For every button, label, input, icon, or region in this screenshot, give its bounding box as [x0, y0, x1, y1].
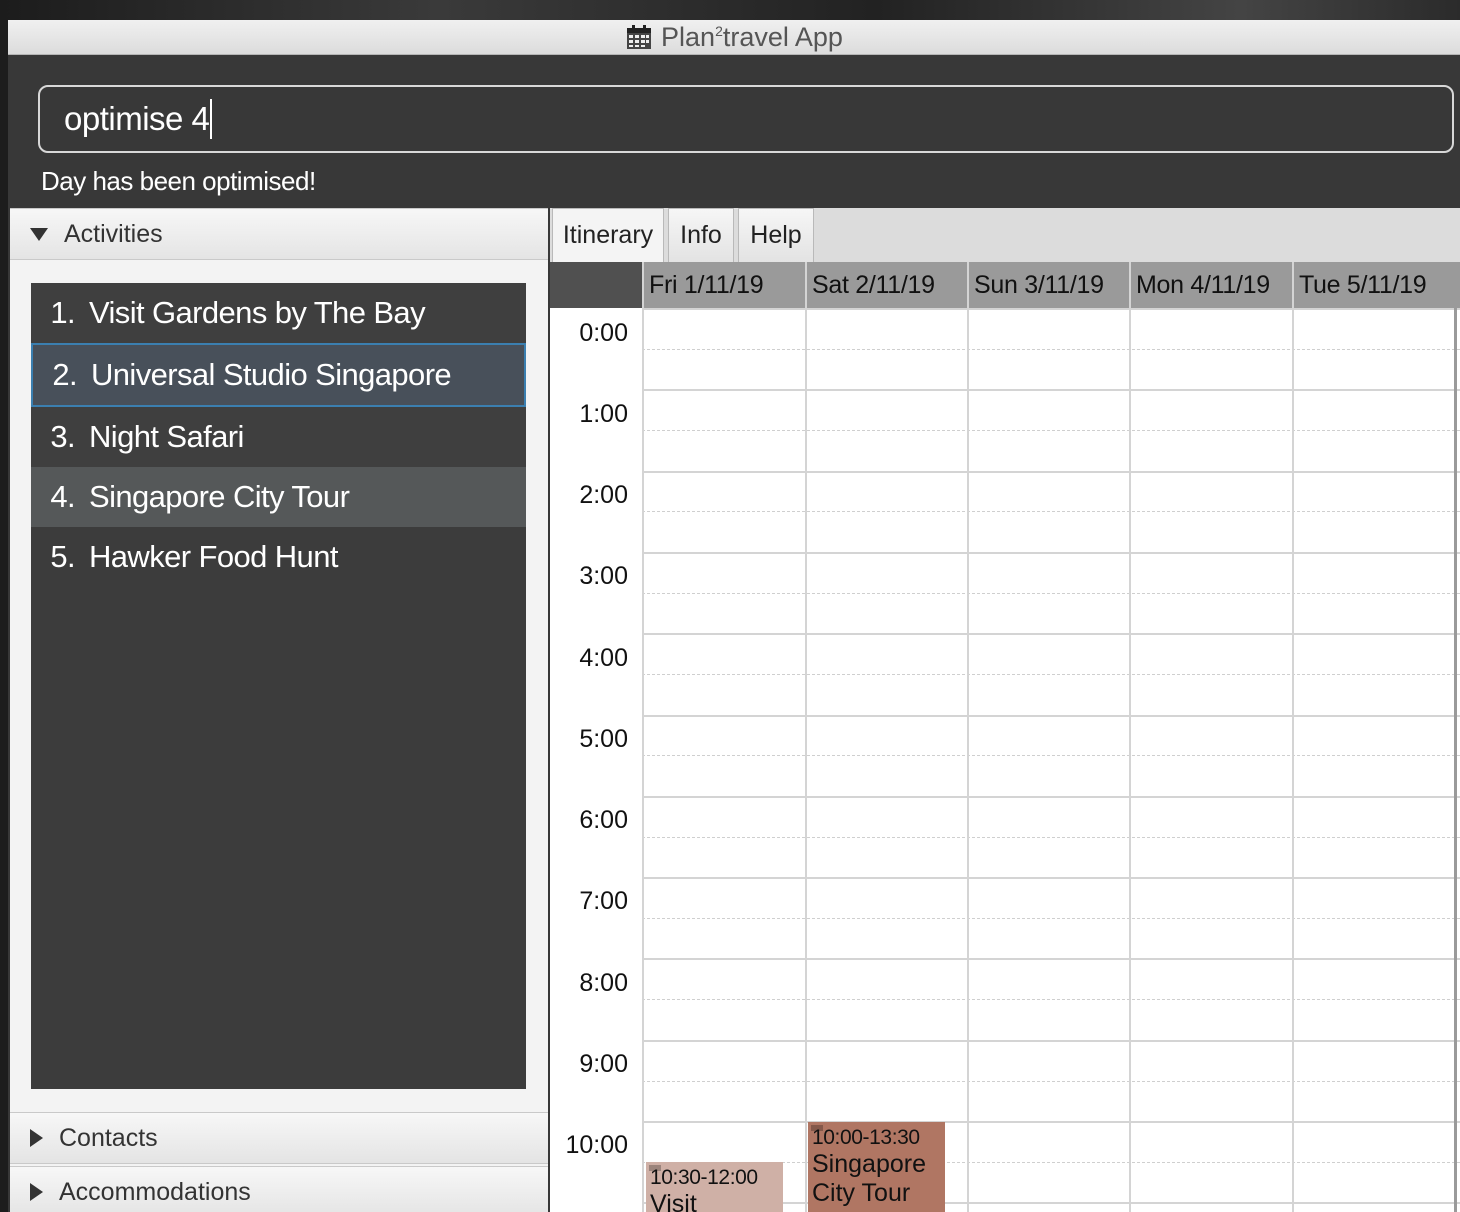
itinerary-calendar[interactable]: Fri 1/11/19 Sat 2/11/19 Sun 3/11/19 Mon …	[550, 262, 1460, 1212]
calendar-event[interactable]: 10:00-13:30 Singapore City Tour	[808, 1122, 945, 1212]
tab-info[interactable]: Info	[668, 208, 734, 262]
event-title: Visit Gardens	[650, 1190, 697, 1212]
calendar-icon	[625, 23, 653, 51]
half-hour-gridline	[642, 918, 1460, 919]
day-header: Fri 1/11/19	[642, 262, 805, 308]
right-panel: Itinerary Info Help Fri 1/11/19 Sat 2/11…	[550, 208, 1460, 1212]
tab-itinerary[interactable]: Itinerary	[552, 208, 664, 262]
list-item-selected[interactable]: 2. Universal Studio Singapore	[31, 343, 526, 407]
item-number: 5.	[50, 539, 75, 574]
window-title: Plan2travel App	[625, 22, 843, 53]
half-hour-gridline	[642, 837, 1460, 838]
day-gridline	[967, 308, 969, 1212]
tab-bar: Itinerary Info Help	[550, 208, 1460, 263]
chevron-right-icon	[30, 1129, 43, 1147]
half-hour-gridline	[642, 755, 1460, 756]
accommodations-panel-header[interactable]: Accommodations	[10, 1166, 548, 1212]
list-item[interactable]: 4. Singapore City Tour	[31, 467, 526, 527]
item-name: Night Safari	[89, 419, 244, 454]
tab-help[interactable]: Help	[738, 208, 814, 262]
item-name: Visit Gardens by The Bay	[89, 295, 426, 330]
chevron-down-icon	[30, 227, 48, 241]
half-hour-gridline	[642, 1081, 1460, 1082]
hour-gridline	[642, 877, 1460, 879]
contacts-panel-header[interactable]: Contacts	[10, 1112, 548, 1164]
hour-label: 5:00	[579, 725, 628, 753]
title-bar: Plan2travel App	[8, 20, 1460, 55]
event-time: 10:00-13:30	[812, 1126, 920, 1149]
day-header: Sat 2/11/19	[805, 262, 967, 308]
hour-label: 1:00	[579, 400, 628, 428]
left-panel: Activities 1. Visit Gardens by The Bay 2.…	[10, 208, 548, 1212]
hour-label: 3:00	[579, 562, 628, 590]
hour-label: 0:00	[579, 319, 628, 347]
day-gridline	[1292, 308, 1294, 1212]
result-message: Day has been optimised!	[41, 166, 316, 196]
hour-gridline	[642, 1121, 1460, 1123]
item-number: 4.	[50, 479, 75, 514]
item-number: 3.	[50, 419, 75, 454]
hour-label: 2:00	[579, 481, 628, 509]
hour-label: 7:00	[579, 887, 628, 915]
command-box[interactable]: optimise 4	[38, 85, 1454, 153]
list-item[interactable]: 1. Visit Gardens by The Bay	[31, 283, 526, 343]
list-item[interactable]: 5. Hawker Food Hunt	[31, 527, 526, 587]
item-number: 1.	[50, 295, 75, 330]
hour-gridline	[642, 389, 1460, 391]
command-input[interactable]: optimise 4	[64, 100, 210, 138]
half-hour-gridline	[642, 593, 1460, 594]
half-hour-gridline	[642, 430, 1460, 431]
hour-gridline	[642, 796, 1460, 798]
event-title: Singapore City Tour	[812, 1150, 926, 1207]
item-name: Universal Studio Singapore	[91, 357, 452, 392]
hour-gridline	[642, 552, 1460, 554]
hour-label: 8:00	[579, 969, 628, 997]
half-hour-gridline	[642, 999, 1460, 1000]
hour-gridline	[642, 715, 1460, 717]
day-gridline	[642, 308, 644, 1212]
activities-header-label: Activities	[64, 219, 163, 248]
chevron-right-icon	[30, 1183, 43, 1201]
item-name: Hawker Food Hunt	[89, 539, 338, 574]
half-hour-gridline	[642, 349, 1460, 350]
activity-list[interactable]: 1. Visit Gardens by The Bay 2. Universal S…	[31, 283, 526, 1089]
hour-gridline	[642, 958, 1460, 960]
hour-label: 4:00	[579, 644, 628, 672]
item-number: 2.	[52, 357, 77, 392]
day-header: Sun 3/11/19	[967, 262, 1129, 308]
text-caret	[210, 99, 213, 139]
half-hour-gridline	[642, 511, 1460, 512]
contacts-header-label: Contacts	[59, 1123, 158, 1152]
app-window: Plan2travel App optimise 4 Day has been …	[8, 20, 1460, 1212]
day-gridline	[1129, 308, 1131, 1212]
hour-gridline	[642, 633, 1460, 635]
day-header: Tue 5/11/19	[1292, 262, 1454, 308]
event-time: 10:30-12:00	[650, 1166, 758, 1189]
hour-gridline	[642, 471, 1460, 473]
half-hour-gridline	[642, 674, 1460, 675]
hour-gridline	[642, 1040, 1460, 1042]
calendar-event[interactable]: 10:30-12:00 Visit Gardens	[646, 1162, 783, 1212]
accommodations-header-label: Accommodations	[59, 1177, 251, 1206]
calendar-corner	[550, 262, 642, 308]
activities-panel-header[interactable]: Activities	[10, 208, 548, 260]
hour-label: 10:00	[565, 1131, 628, 1159]
scrollbar-edge	[1454, 308, 1457, 1212]
day-header: Mon 4/11/19	[1129, 262, 1292, 308]
list-item[interactable]: 3. Night Safari	[31, 407, 526, 467]
item-name: Singapore City Tour	[89, 479, 350, 514]
hour-gridline	[642, 308, 1460, 310]
day-gridline	[805, 308, 807, 1212]
hour-label: 9:00	[579, 1050, 628, 1078]
hour-label: 6:00	[579, 806, 628, 834]
desktop-background	[0, 0, 1460, 20]
desktop-edge	[0, 20, 8, 1212]
